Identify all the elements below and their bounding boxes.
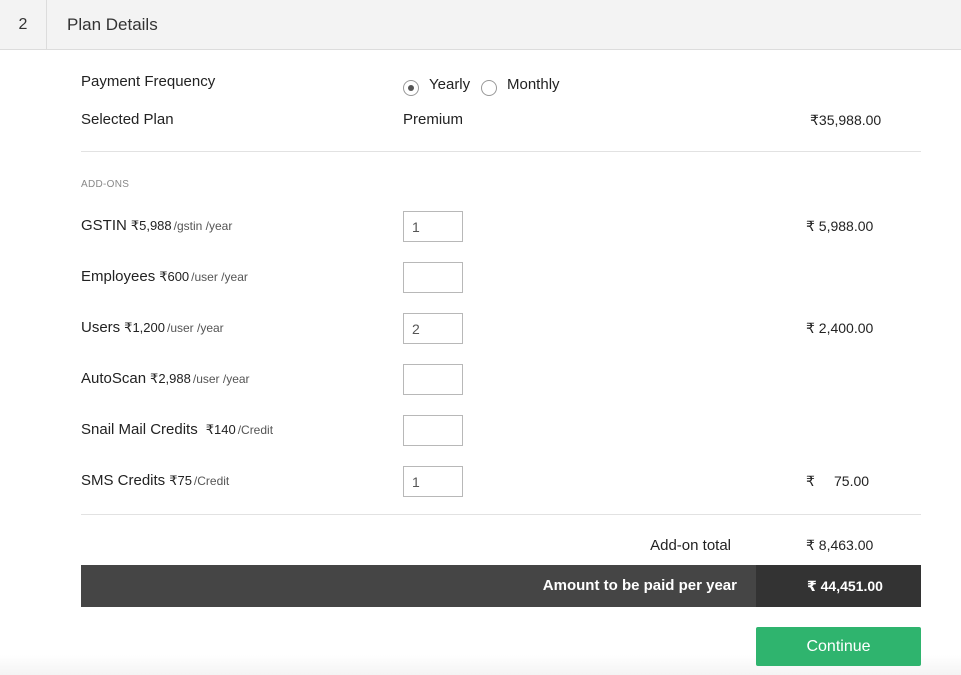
addon-price: ₹1,200: [124, 320, 165, 335]
snail-mail-qty-input[interactable]: [403, 415, 463, 446]
sms-amount-symbol: ₹: [806, 473, 815, 489]
amount-per-year-label: Amount to be paid per year: [542, 577, 737, 594]
selected-plan-name: Premium: [403, 111, 464, 128]
addon-name: SMS Credits: [81, 472, 166, 489]
addon-label-gstin: GSTIN ₹5,988/gstin /year: [81, 217, 232, 234]
autoscan-qty-input[interactable]: [403, 364, 463, 395]
sms-qty-input[interactable]: [403, 466, 463, 497]
step-number: 2: [0, 0, 47, 49]
amount-per-year-bar: Amount to be paid per year ₹ 44,451.00: [81, 565, 921, 607]
monthly-radio-label[interactable]: Monthly: [507, 76, 560, 93]
payment-frequency-label: Payment Frequency: [81, 73, 216, 90]
step-header: 2 Plan Details: [0, 0, 961, 50]
divider: [81, 151, 921, 152]
amount-per-year-box: ₹ 44,451.00: [756, 565, 921, 607]
step-title: Plan Details: [67, 15, 158, 34]
addon-price: ₹140: [205, 422, 236, 437]
amount-per-year-value: ₹ 44,451.00: [807, 578, 883, 594]
continue-button[interactable]: Continue: [756, 627, 921, 666]
addon-price: ₹5,988: [130, 218, 172, 233]
addon-name: AutoScan: [81, 370, 147, 387]
addon-unit: /Credit: [237, 423, 274, 437]
divider: [81, 514, 921, 515]
users-amount: ₹ 2,400.00: [806, 320, 874, 336]
addon-unit: /user /year: [191, 270, 248, 284]
addon-name: Snail Mail Credits: [81, 421, 198, 438]
addon-label-users: Users ₹1,200/user /year: [81, 319, 224, 336]
users-qty-input[interactable]: [403, 313, 463, 344]
radio-selected-dot: [408, 85, 414, 91]
addon-label-sms: SMS Credits ₹75/Credit: [81, 472, 229, 489]
addon-label-snail-mail: Snail Mail Credits ₹140/Credit: [81, 421, 273, 438]
gstin-amount: ₹ 5,988.00: [806, 218, 874, 234]
addon-total-amount: ₹ 8,463.00: [806, 537, 874, 553]
addon-label-employees: Employees ₹600/user /year: [81, 268, 248, 285]
addon-price: ₹600: [159, 269, 190, 284]
addon-unit: /user /year: [166, 321, 224, 335]
yearly-radio-label[interactable]: Yearly: [429, 76, 470, 93]
addon-price: ₹75: [169, 473, 192, 488]
addon-label-autoscan: AutoScan ₹2,988/user /year: [81, 370, 250, 387]
addon-unit: /Credit: [193, 474, 230, 488]
addon-unit: /gstin /year: [173, 219, 233, 233]
selected-plan-amount: ₹35,988.00: [810, 112, 882, 128]
addon-total-label: Add-on total: [650, 537, 731, 554]
addon-name: GSTIN: [81, 217, 127, 234]
monthly-radio[interactable]: [481, 80, 497, 96]
addon-name: Employees: [81, 268, 156, 285]
addon-unit: /user /year: [192, 372, 250, 386]
employees-qty-input[interactable]: [403, 262, 463, 293]
addon-price: ₹2,988: [150, 371, 191, 386]
gstin-qty-input[interactable]: [403, 211, 463, 242]
addon-name: Users: [81, 319, 121, 336]
yearly-radio[interactable]: [403, 80, 419, 96]
selected-plan-label: Selected Plan: [81, 111, 174, 128]
sms-amount: 75.00: [834, 473, 870, 489]
addons-heading: ADD-ONS: [81, 179, 130, 190]
